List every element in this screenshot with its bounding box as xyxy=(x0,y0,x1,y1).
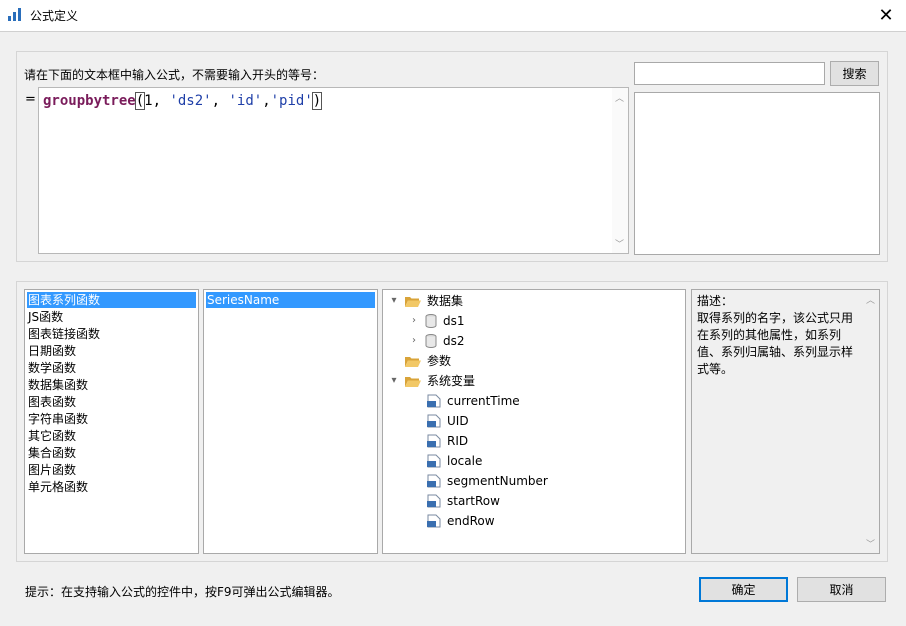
database-icon xyxy=(425,334,437,348)
description-panel: 描述： 取得系列的名字，该公式只用在系列的其他属性，如系列值、系列归属轴、系列显… xyxy=(691,289,880,554)
formula-instruction: 请在下面的文本框中输入公式，不需要输入开头的等号： xyxy=(24,68,325,82)
formula-arg-2: 'ds2' xyxy=(169,93,212,109)
function-item[interactable]: SeriesName xyxy=(206,292,375,308)
search-input[interactable] xyxy=(634,62,825,85)
formula-function-name: groupbytree xyxy=(43,93,136,109)
tree-label: 参数 xyxy=(427,354,452,368)
tree-node-sysvar[interactable]: RID xyxy=(427,431,468,451)
formula-arg-1: 1, xyxy=(144,93,170,109)
tree-label: ds2 xyxy=(443,334,465,348)
tree-label: locale xyxy=(447,454,483,468)
category-item[interactable]: 数学函数 xyxy=(27,360,76,376)
formula-close-paren: ) xyxy=(311,92,323,110)
category-item[interactable]: 图表链接函数 xyxy=(27,326,100,342)
formula-editor[interactable]: groupbytree(1, 'ds2', 'id','pid') ︿ ﹀ xyxy=(38,87,629,254)
category-item[interactable]: 数据集函数 xyxy=(27,377,88,393)
formula-arg-4: 'pid' xyxy=(270,93,313,109)
tree-node-sysvar[interactable]: endRow xyxy=(427,511,495,531)
title-bar[interactable]: 公式定义 ✕ xyxy=(0,0,906,31)
chevron-down-icon[interactable]: ▾ xyxy=(389,296,399,306)
category-item[interactable]: 图表系列函数 xyxy=(27,292,196,308)
tree-label: startRow xyxy=(447,494,500,508)
hint-text: 提示：在支持输入公式的控件中，按F9可弹出公式编辑器。 xyxy=(25,585,340,599)
folder-open-icon xyxy=(405,356,421,367)
tree-node-params[interactable]: 参数 xyxy=(405,351,451,371)
title-separator xyxy=(0,31,906,32)
variable-icon xyxy=(427,414,441,428)
formula-arg-3: 'id' xyxy=(228,93,263,109)
category-item[interactable]: JS函数 xyxy=(27,309,63,325)
tree-label: currentTime xyxy=(447,394,520,408)
tree-node-sysvar[interactable]: segmentNumber xyxy=(427,471,548,491)
tree-node-datasets[interactable]: ▾ 数据集 xyxy=(389,291,463,311)
category-item[interactable]: 单元格函数 xyxy=(27,479,88,495)
tree-label: UID xyxy=(447,414,469,428)
chevron-right-icon[interactable]: › xyxy=(409,336,419,346)
tree-node-sysvar[interactable]: locale xyxy=(427,451,482,471)
tree-label: 系统变量 xyxy=(427,374,476,388)
category-list[interactable]: 图表系列函数 JS函数 图表链接函数 日期函数 数学函数 数据集函数 图表函数 … xyxy=(24,289,199,554)
description-text: 描述： 取得系列的名字，该公式只用在系列的其他属性，如系列值、系列归属轴、系列显… xyxy=(697,293,859,378)
tree-label: ds1 xyxy=(443,314,465,328)
tree-node-sysvar[interactable]: startRow xyxy=(427,491,500,511)
folder-open-icon xyxy=(405,376,421,387)
tree-label: RID xyxy=(447,434,469,448)
tree-node-sysvars[interactable]: ▾ 系统变量 xyxy=(389,371,475,391)
tree-label: endRow xyxy=(447,514,495,528)
scroll-down-icon[interactable]: ﹀ xyxy=(615,237,624,250)
category-item[interactable]: 图表函数 xyxy=(27,394,76,410)
tree-node-sysvar[interactable]: UID xyxy=(427,411,469,431)
chart-bar-icon xyxy=(8,8,21,21)
editor-scrollbar[interactable]: ︿ ﹀ xyxy=(612,88,628,253)
cancel-button[interactable]: 取消 xyxy=(797,577,886,602)
folder-open-icon xyxy=(405,296,421,307)
equals-sign: = xyxy=(25,92,36,107)
variable-icon xyxy=(427,454,441,468)
search-results-list[interactable] xyxy=(634,92,880,255)
variable-tree[interactable]: ▾ 数据集 › ds1 › ds2 参数 ▾ 系统变量 currentTime … xyxy=(382,289,686,554)
variable-icon xyxy=(427,394,441,408)
variable-icon xyxy=(427,514,441,528)
category-item[interactable]: 其它函数 xyxy=(27,428,76,444)
category-item[interactable]: 日期函数 xyxy=(27,343,76,359)
formula-comma-1: , xyxy=(211,93,229,109)
close-icon: ✕ xyxy=(878,5,894,26)
window-title: 公式定义 xyxy=(30,9,79,23)
category-item[interactable]: 字符串函数 xyxy=(27,411,88,427)
ok-button[interactable]: 确定 xyxy=(699,577,788,602)
chevron-right-icon[interactable]: › xyxy=(409,316,419,326)
database-icon xyxy=(425,314,437,328)
variable-icon xyxy=(427,434,441,448)
scroll-up-icon[interactable]: ︿ xyxy=(615,91,624,104)
function-list[interactable]: SeriesName xyxy=(203,289,378,554)
category-item[interactable]: 图片函数 xyxy=(27,462,76,478)
text-caret xyxy=(321,92,323,108)
formula-open-paren: ( xyxy=(134,92,146,110)
tree-node-sysvar[interactable]: currentTime xyxy=(427,391,520,411)
tree-node-ds2[interactable]: › ds2 xyxy=(409,331,465,351)
description-label: 描述： xyxy=(697,294,734,308)
chevron-down-icon[interactable]: ▾ xyxy=(389,376,399,386)
category-item[interactable]: 集合函数 xyxy=(27,445,76,461)
description-scrollbar[interactable]: ︿ ﹀ xyxy=(863,290,879,553)
variable-icon xyxy=(427,494,441,508)
close-button[interactable]: ✕ xyxy=(866,0,906,31)
scroll-down-icon[interactable]: ﹀ xyxy=(866,537,875,550)
formula-text: groupbytree(1, 'ds2', 'id','pid') xyxy=(43,92,323,110)
description-body: 取得系列的名字，该公式只用在系列的其他属性，如系列值、系列归属轴、系列显示样式等… xyxy=(697,311,854,376)
formula-comma-2: , xyxy=(262,93,271,109)
tree-node-ds1[interactable]: › ds1 xyxy=(409,311,465,331)
tree-label: segmentNumber xyxy=(447,474,548,488)
scroll-up-icon[interactable]: ︿ xyxy=(866,293,875,306)
variable-icon xyxy=(427,474,441,488)
tree-label: 数据集 xyxy=(427,294,464,308)
search-button[interactable]: 搜索 xyxy=(830,61,879,86)
